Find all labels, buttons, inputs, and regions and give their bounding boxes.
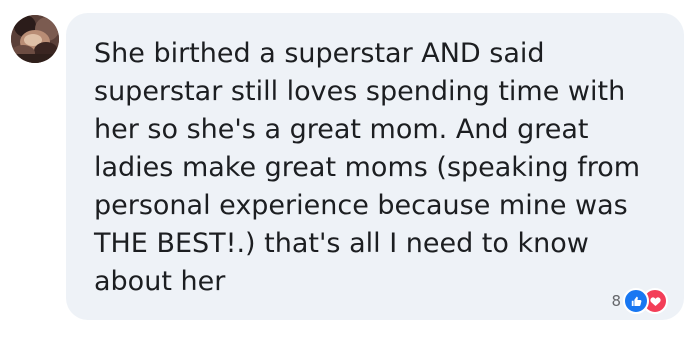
like-icon (623, 288, 649, 314)
commenter-avatar[interactable] (11, 15, 59, 63)
reactions-summary[interactable]: 8 (611, 288, 668, 314)
comment-text: She birthed a superstar AND said superst… (94, 38, 641, 297)
reaction-count[interactable]: 8 (611, 289, 621, 313)
comment-bubble: She birthed a superstar AND said superst… (66, 13, 684, 320)
